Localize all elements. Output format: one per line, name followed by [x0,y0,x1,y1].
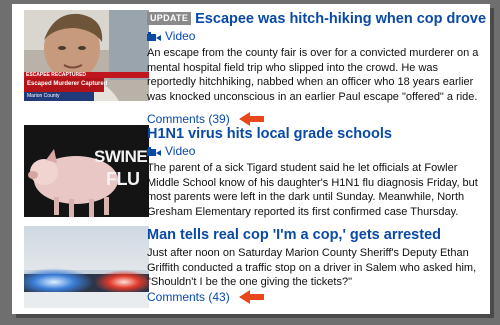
video-label[interactable]: Video [165,144,195,158]
video-link-escapee[interactable]: Video [147,28,487,44]
update-badge: UPDATE [147,12,192,25]
thumb-caption-1: ESCAPEE RECAPTURED [26,72,87,78]
video-camera-icon [147,147,161,156]
panel-shadow-bottom [16,314,494,318]
red-arrow-icon [239,290,265,304]
video-label[interactable]: Video [165,29,195,43]
thumb-caption-3: Marion County [27,93,60,99]
headline-fake-cop[interactable]: Man tells real cop 'I'm a cop,' gets arr… [147,226,487,244]
description-fake-cop: Just after noon on Saturday Marion Count… [147,247,477,288]
comments-link-escapee[interactable]: Comments (39) [147,112,230,126]
story-thumbnail-fake-cop[interactable] [24,226,149,308]
comments-row-fake-cop: Comments (43) [147,289,265,305]
news-panel: ESCAPEE RECAPTURED Escaped Murderer Capt… [12,4,490,314]
headline-escapee-text[interactable]: Escapee was hitch-hiking when cop drove … [195,11,490,27]
story-thumbnail-escapee[interactable]: ESCAPEE RECAPTURED Escaped Murderer Capt… [24,10,149,101]
red-arrow-icon [239,112,265,126]
comments-link-fake-cop[interactable]: Comments (43) [147,290,230,304]
thumb-text-swine: SWINE [94,147,148,166]
thumb-text-flu: FLU [106,169,140,189]
video-link-h1n1[interactable]: Video [147,143,487,159]
video-camera-icon [147,32,161,41]
panel-shadow-right [490,8,494,316]
police-lights-photo [24,226,149,308]
headline-escapee[interactable]: UPDATE Escapee was hitch-hiking when cop … [147,10,490,28]
headline-h1n1[interactable]: H1N1 virus hits local grade schools [147,125,487,143]
description-escapee: An escape from the county fair is over f… [147,47,479,103]
thumb-caption-2: Escaped Murderer Captured [27,81,108,87]
story-thumbnail-h1n1[interactable]: SWINE FLU [24,125,149,217]
description-h1n1: The parent of a sick Tigard student said… [147,162,478,218]
